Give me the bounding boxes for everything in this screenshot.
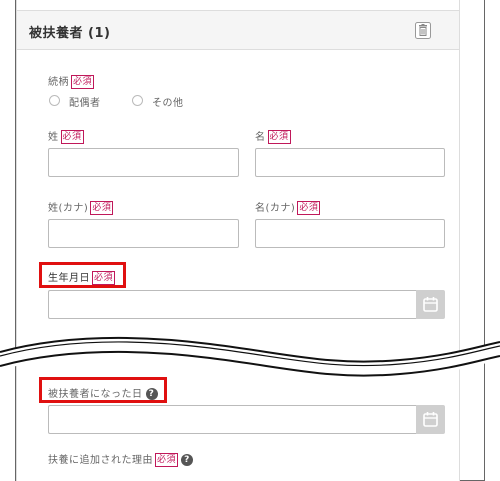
first-name-label: 名必須 — [255, 128, 291, 144]
required-badge: 必須 — [71, 75, 95, 89]
reason-label-text: 扶養に追加された理由 — [48, 455, 153, 466]
last-name-label: 姓必須 — [48, 128, 84, 144]
required-badge: 必須 — [297, 201, 321, 215]
last-name-label-text: 姓 — [48, 132, 59, 143]
birthdate-highlight — [39, 262, 126, 288]
required-badge: 必須 — [267, 130, 291, 144]
last-name-kana-input[interactable] — [48, 219, 239, 248]
relationship-label: 続柄 必須 — [48, 73, 95, 89]
last-name-kana-label: 姓(カナ) 必須 — [48, 199, 114, 215]
calendar-icon — [423, 297, 438, 312]
radio-spouse[interactable] — [49, 95, 60, 106]
birthdate-field — [48, 290, 446, 319]
dependent-date-calendar-button[interactable] — [416, 405, 445, 434]
calendar-icon — [423, 412, 438, 427]
required-badge: 必須 — [90, 201, 114, 215]
required-badge: 必須 — [155, 453, 179, 467]
first-name-kana-input[interactable] — [255, 219, 445, 248]
radio-other[interactable] — [132, 95, 143, 106]
birthdate-input[interactable] — [48, 290, 416, 319]
card-title: 被扶養者 (1) — [29, 26, 111, 41]
card-header: 被扶養者 (1) — [17, 10, 459, 50]
relationship-label-text: 続柄 — [48, 77, 69, 88]
question-circle-icon[interactable]: ? — [181, 454, 194, 466]
dependent-date-highlight — [39, 377, 167, 403]
last-name-kana-label-text: 姓(カナ) — [48, 203, 89, 214]
first-name-kana-label: 名(カナ) 必須 — [255, 199, 321, 215]
dependent-date-field — [48, 405, 446, 434]
required-badge: 必須 — [60, 130, 84, 144]
first-name-label-text: 名 — [255, 132, 266, 143]
reason-label: 扶養に追加された理由 必須? — [48, 451, 194, 467]
first-name-kana-label-text: 名(カナ) — [255, 203, 296, 214]
radio-other-label: その他 — [152, 98, 184, 109]
page-break-wave — [0, 336, 500, 378]
radio-spouse-label: 配偶者 — [69, 98, 101, 109]
first-name-input[interactable] — [255, 148, 445, 177]
dependent-card: 被扶養者 (1) 続柄 必須 配偶者 その他 姓必須 名必須 姓(カナ) 必須 名(… — [16, 0, 460, 481]
last-name-input[interactable] — [48, 148, 239, 177]
trash-icon[interactable] — [415, 22, 431, 39]
birthdate-calendar-button[interactable] — [416, 290, 445, 319]
dependent-date-input[interactable] — [48, 405, 416, 434]
